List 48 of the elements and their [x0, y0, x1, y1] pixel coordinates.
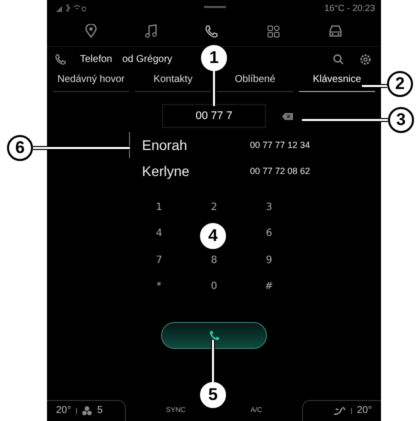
keypad-key[interactable]: * — [132, 274, 186, 300]
climate-panel[interactable]: 20° — [302, 400, 381, 420]
music-icon[interactable] — [145, 24, 158, 38]
phone-icon — [55, 54, 66, 64]
map-pin-icon[interactable] — [85, 24, 98, 38]
keypad-key[interactable]: 7 — [132, 247, 186, 274]
fan-icon — [82, 406, 92, 416]
leader-line — [211, 340, 215, 382]
tab[interactable]: Kontakty — [135, 71, 211, 92]
contact-name[interactable]: Enorah — [142, 137, 250, 153]
tab[interactable]: Klávesnice — [299, 71, 375, 92]
seat-heat-icon — [332, 406, 346, 416]
drag-handle[interactable] — [204, 6, 226, 8]
temperature: 20° — [56, 405, 72, 416]
phone-icon[interactable] — [205, 24, 218, 38]
keypad-key[interactable]: # — [242, 274, 296, 300]
fan-speed: 5 — [97, 405, 103, 416]
keypad-key[interactable]: 4 — [132, 220, 186, 247]
keypad-key[interactable]: 8 — [186, 247, 242, 274]
phone-icon — [208, 330, 220, 341]
callout-number: 3 — [388, 107, 414, 133]
leader-line — [212, 71, 216, 106]
contact-number[interactable]: 00 77 72 08 62 — [250, 166, 310, 176]
keypad-key[interactable]: 1 — [132, 194, 186, 220]
callout-number: 6 — [7, 135, 33, 161]
app-title: Telefon — [80, 54, 112, 64]
search-icon[interactable] — [333, 54, 344, 64]
apps-grid-icon[interactable] — [266, 24, 280, 38]
number-field[interactable]: 00 77 7 — [162, 104, 266, 128]
climate-panel[interactable]: 20° 5 — [47, 400, 126, 420]
backspace-icon[interactable] — [282, 113, 293, 120]
keypad-key[interactable]: 2 — [186, 194, 242, 220]
tab[interactable]: Nedávný hovor — [53, 71, 129, 92]
device-name: od Grégory — [122, 54, 172, 64]
tab[interactable]: Oblíbené — [217, 71, 293, 92]
keypad-key[interactable]: 0 — [186, 274, 242, 300]
temperature-time: 16°C - 20:23 — [324, 3, 375, 13]
contact-number[interactable]: 00 77 77 12 34 — [250, 140, 310, 150]
settings-icon[interactable] — [360, 54, 371, 64]
keypad-key[interactable]: 3 — [242, 194, 296, 220]
keypad-key[interactable]: 9 — [242, 247, 296, 274]
contact-name[interactable]: Kerlyne — [142, 163, 250, 179]
callout-number: 2 — [387, 71, 413, 97]
car-icon[interactable] — [328, 24, 343, 38]
temperature: 20° — [356, 405, 372, 416]
keypad-key[interactable]: 6 — [242, 220, 296, 247]
signal-icon — [56, 4, 86, 12]
call-button[interactable] — [161, 322, 267, 349]
